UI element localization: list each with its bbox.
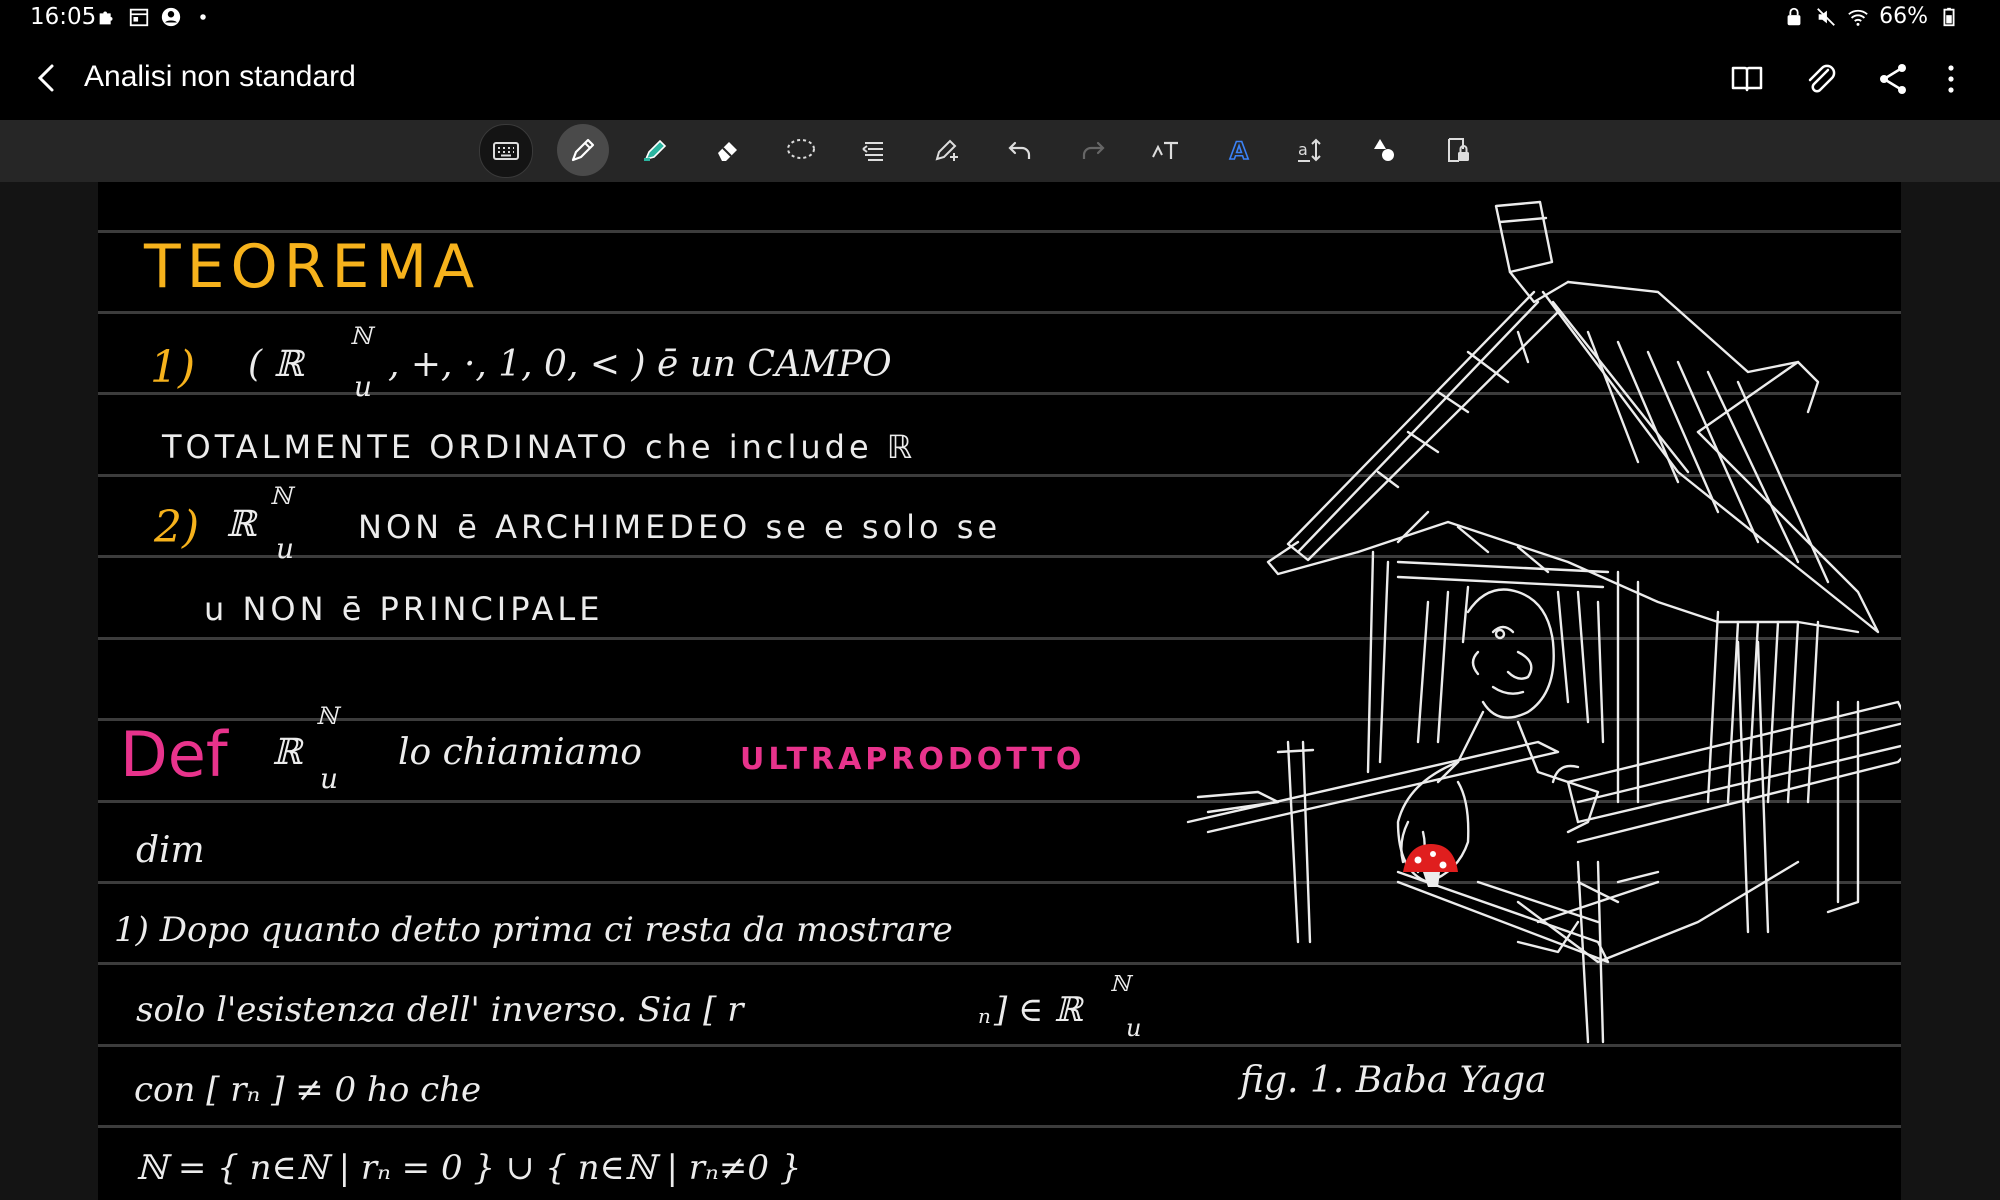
undo-button[interactable] (994, 124, 1046, 176)
undo-icon (1008, 141, 1031, 159)
text-size-button[interactable]: a (1286, 124, 1338, 176)
lock-icon (1787, 7, 1801, 25)
figure-caption: fig. 1. Baba Yaga (1240, 1060, 1547, 1101)
pen-button[interactable] (557, 124, 609, 176)
theorem-item-2-sup: ℕ (270, 482, 292, 510)
account-icon (161, 7, 181, 27)
battery-icon (1943, 7, 1955, 26)
mute-icon (1817, 7, 1835, 26)
status-time: 16:05 (30, 4, 97, 30)
mushroom-cap (1403, 844, 1458, 872)
definition-set-sup: ℕ (316, 702, 338, 730)
keyboard-icon (493, 142, 519, 160)
redo-button[interactable] (1067, 124, 1119, 176)
definition-set: ℝ (272, 732, 302, 773)
theorem-item-1-line2: TOTALMENTE ORDINATO che include ℝ (162, 428, 917, 466)
theorem-item-2-sub: u (276, 532, 295, 565)
text-style-icon (1152, 141, 1178, 159)
proof-line-3: con [ rₙ ] ≠ 0 ho che (134, 1070, 482, 1110)
keyboard-button[interactable] (479, 124, 533, 178)
book-icon[interactable] (1726, 58, 1768, 100)
svg-text:A: A (1230, 137, 1249, 165)
note-canvas[interactable]: TEOREMA 1) ( ℝ ℕ u , +, ·, 1, 0, < ) ē u… (98, 182, 1901, 1200)
theorem-item-2-line2: u NON ē PRINCIPALE (204, 590, 604, 628)
theorem-item-1-set: ( ℝ (248, 344, 304, 385)
theorem-item-2-set: ℝ (226, 504, 256, 545)
pen-settings-icon (935, 139, 958, 161)
theorem-heading: TEOREMA (144, 232, 481, 302)
definition-text: lo chiamiamo (398, 732, 642, 773)
dot-icon (200, 14, 206, 20)
definition-set-sub: u (320, 762, 339, 795)
shapes-button[interactable] (1359, 124, 1411, 176)
more-icon[interactable] (1930, 58, 1972, 100)
pen-icon (571, 138, 595, 162)
back-button[interactable] (28, 58, 68, 98)
shapes-icon (1374, 139, 1394, 161)
proof-label: dim (136, 830, 205, 871)
share-icon[interactable] (1872, 58, 1914, 100)
scroll-icon (862, 142, 883, 161)
lasso-button[interactable] (775, 124, 827, 176)
theorem-item-1-text: , +, ·, 1, 0, < ) ē un CAMPO (388, 344, 892, 385)
attach-icon[interactable] (1800, 58, 1842, 100)
status-bar: 16:05 66% (0, 0, 2000, 40)
definition-label: Def (120, 718, 228, 791)
puzzle-icon (99, 11, 113, 25)
text-size-icon: a (1298, 138, 1321, 162)
wifi-icon (1848, 9, 1868, 26)
calendar-icon (129, 8, 149, 27)
theorem-item-1-sup: ℕ (350, 322, 372, 350)
highlighter-icon (644, 139, 667, 161)
right-margin (1901, 182, 2000, 1200)
text-color-button[interactable]: A (1213, 124, 1265, 176)
left-margin (0, 182, 98, 1200)
proof-line-2: solo l'esistenza dell' inverso. Sia [ r (136, 990, 744, 1030)
proof-line-4: ℕ = { n∈ℕ | rₙ = 0 } ∪ { n∈ℕ | rₙ≠0 } (136, 1148, 802, 1188)
lasso-icon (787, 139, 815, 159)
ruled-line (98, 1125, 1901, 1128)
pen-settings-button[interactable] (921, 124, 973, 176)
pen-toolbar: A a (0, 120, 2000, 182)
baba-yaga-sketch (1186, 200, 1901, 1044)
theorem-item-2-number: 2) (154, 502, 200, 553)
battery-percent: 66% (1879, 4, 1928, 29)
theorem-item-2-text: NON ē ARCHIMEDEO se e solo se (358, 508, 1002, 546)
svg-text:a: a (1298, 140, 1308, 159)
highlighter-button[interactable] (629, 124, 681, 176)
eraser-button[interactable] (702, 124, 754, 176)
definition-term: ULTRAPRODOTTO (740, 742, 1086, 777)
lock-page-button[interactable] (1432, 124, 1484, 176)
text-color-icon: A (1229, 136, 1250, 165)
lock-page-icon (1448, 138, 1469, 162)
title-bar: Analisi non standard (0, 40, 2000, 118)
text-style-button[interactable] (1140, 124, 1192, 176)
eraser-icon (718, 142, 737, 161)
scroll-button[interactable] (848, 124, 900, 176)
redo-icon (1082, 141, 1105, 159)
proof-line-2-set: ] ∈ ℝ (994, 990, 1083, 1030)
theorem-item-1-sub: u (354, 370, 373, 403)
theorem-item-1-number: 1) (150, 342, 196, 393)
proof-line-1: 1) Dopo quanto detto prima ci resta da m… (114, 910, 953, 950)
proof-line-2-sub-n: n (978, 1004, 991, 1028)
page-title: Analisi non standard (84, 60, 356, 93)
